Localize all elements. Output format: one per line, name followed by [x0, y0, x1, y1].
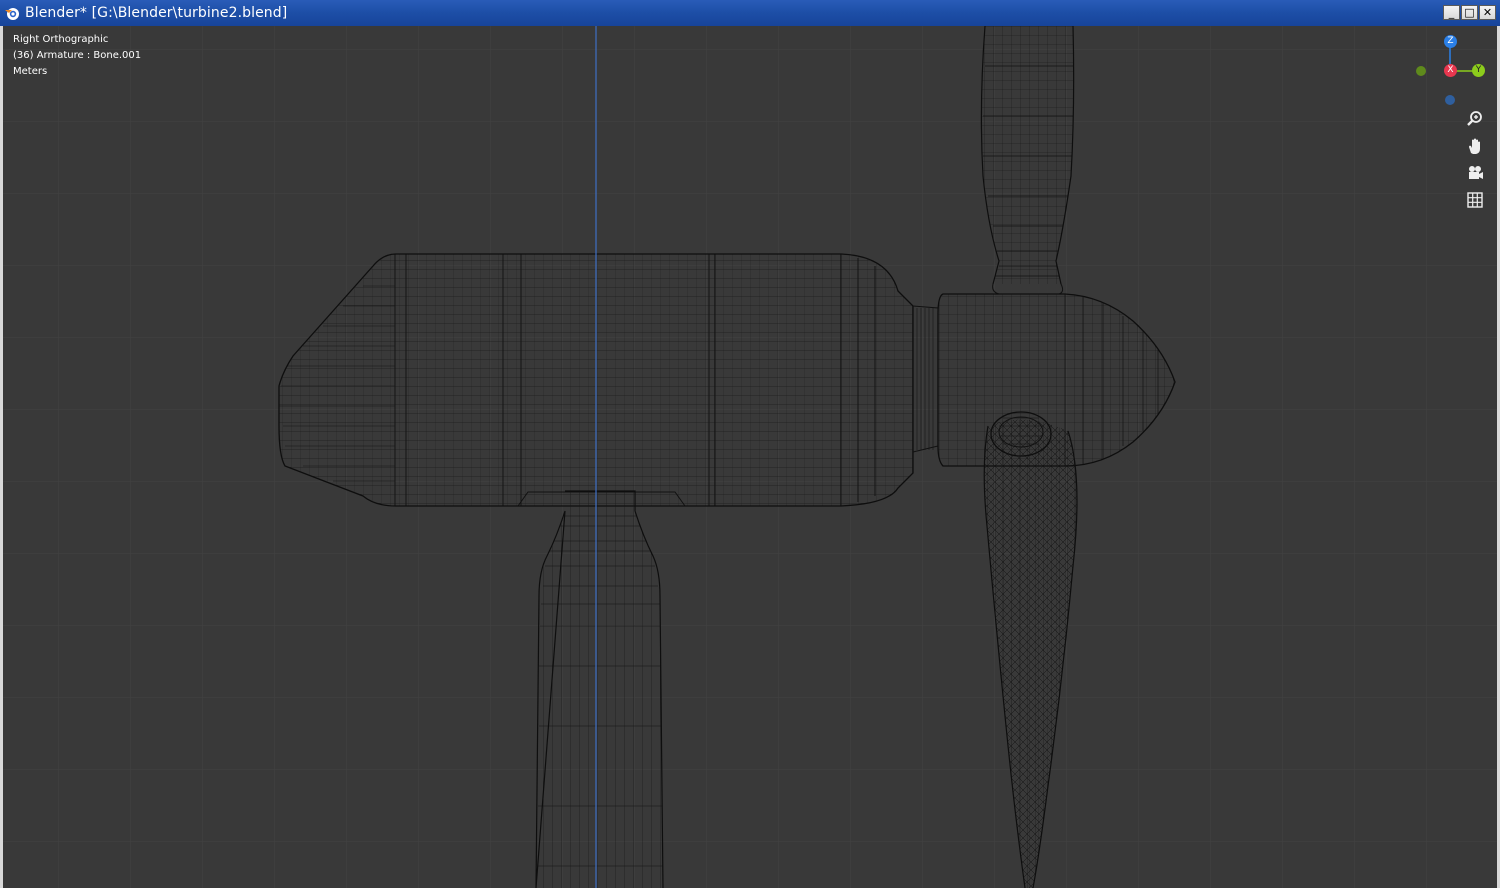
- neg-z-handle[interactable]: [1445, 95, 1455, 105]
- ortho-grid-icon[interactable]: [1464, 189, 1486, 211]
- object-info-label: (36) Armature : Bone.001: [13, 50, 142, 61]
- zoom-icon[interactable]: [1464, 108, 1486, 130]
- units-label: Meters: [13, 66, 48, 77]
- minimize-button[interactable]: _: [1443, 5, 1460, 20]
- tower-mesh[interactable]: [533, 486, 668, 888]
- blender-logo-icon: [5, 8, 19, 20]
- close-button[interactable]: ✕: [1479, 5, 1496, 20]
- view-name-label: Right Orthographic: [13, 34, 109, 45]
- title-bar[interactable]: Blender* [G:\Blender\turbine2.blend] _ □…: [0, 0, 1500, 26]
- camera-icon[interactable]: [1464, 162, 1486, 184]
- 3d-viewport[interactable]: Right Orthographic (36) Armature : Bone.…: [3, 26, 1497, 888]
- x-axis-handle[interactable]: X: [1444, 64, 1457, 77]
- z-axis-handle[interactable]: Z: [1444, 35, 1457, 48]
- pan-hand-icon[interactable]: [1464, 135, 1486, 157]
- window-title: Blender* [G:\Blender\turbine2.blend]: [25, 5, 288, 21]
- navigation-gizmo[interactable]: Z X Y: [1408, 32, 1497, 112]
- nacelle-mesh[interactable]: [273, 246, 939, 516]
- neg-y-handle[interactable]: [1416, 66, 1426, 76]
- viewport-scene[interactable]: [3, 26, 1497, 888]
- maximize-button[interactable]: □: [1461, 5, 1478, 20]
- y-axis-handle[interactable]: Y: [1472, 64, 1485, 77]
